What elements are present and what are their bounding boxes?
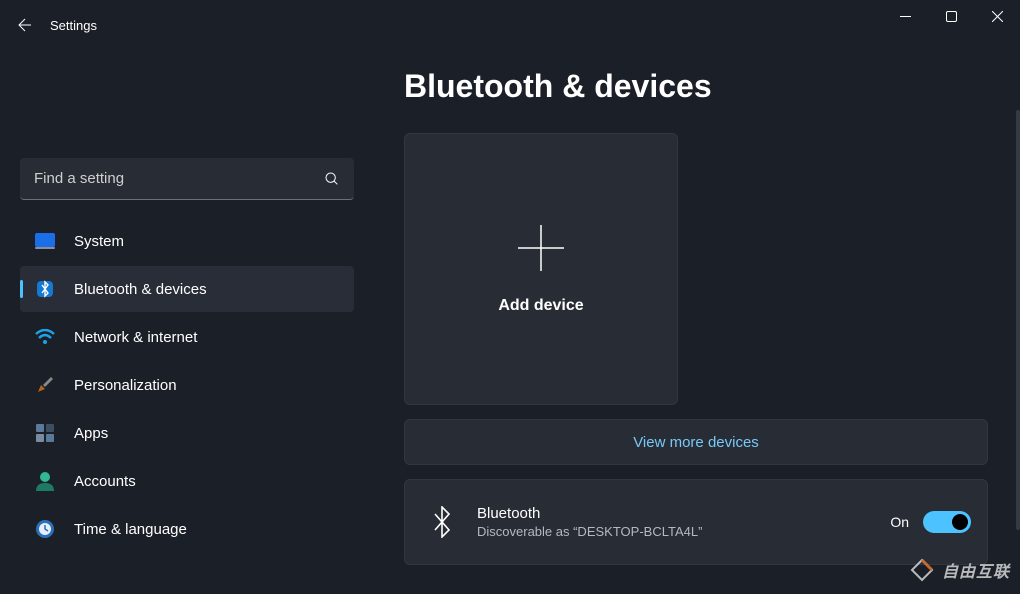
toggle-thumb — [952, 514, 968, 530]
plus-icon — [516, 223, 566, 273]
bluetooth-outline-icon — [425, 505, 459, 539]
sidebar-item-label: Time & language — [74, 521, 187, 538]
bluetooth-toggle[interactable] — [923, 511, 971, 533]
add-device-tile[interactable]: Add device — [404, 133, 678, 405]
apps-icon — [34, 422, 56, 444]
sidebar-item-accounts[interactable]: Accounts — [20, 458, 354, 504]
person-icon — [34, 470, 56, 492]
sidebar-item-label: Bluetooth & devices — [74, 281, 207, 298]
maximize-button[interactable] — [928, 0, 974, 32]
profile-area — [20, 50, 354, 158]
sidebar-item-system[interactable]: System — [20, 218, 354, 264]
bluetooth-subtitle: Discoverable as “DESKTOP-BCLTA4L” — [477, 524, 890, 539]
sidebar-item-bluetooth-devices[interactable]: Bluetooth & devices — [20, 266, 354, 312]
sidebar-item-personalization[interactable]: Personalization — [20, 362, 354, 408]
wifi-icon — [34, 326, 56, 348]
back-button[interactable] — [0, 0, 50, 50]
clock-globe-icon — [34, 518, 56, 540]
sidebar-item-label: System — [74, 233, 124, 250]
arrow-left-icon — [16, 16, 34, 34]
close-button[interactable] — [974, 0, 1020, 32]
bluetooth-card: Bluetooth Discoverable as “DESKTOP-BCLTA… — [404, 479, 988, 565]
scrollbar[interactable] — [1016, 110, 1020, 530]
search-button[interactable] — [320, 167, 344, 191]
sidebar-item-label: Apps — [74, 425, 108, 442]
page-title: Bluetooth & devices — [404, 68, 990, 105]
bluetooth-text: Bluetooth Discoverable as “DESKTOP-BCLTA… — [477, 505, 890, 539]
minimize-button[interactable] — [882, 0, 928, 32]
view-more-label: View more devices — [633, 434, 759, 451]
minimize-icon — [900, 11, 911, 22]
sidebar: System Bluetooth & devices Network & int… — [0, 50, 370, 594]
title-bar: Settings — [0, 0, 1020, 50]
maximize-icon — [946, 11, 957, 22]
window-controls — [882, 0, 1020, 32]
search-box — [20, 158, 354, 200]
close-icon — [992, 11, 1003, 22]
bluetooth-state-label: On — [890, 514, 909, 530]
bluetooth-icon — [34, 278, 56, 300]
sidebar-item-label: Accounts — [74, 473, 136, 490]
search-icon — [324, 171, 340, 187]
sidebar-item-apps[interactable]: Apps — [20, 410, 354, 456]
sidebar-item-network-internet[interactable]: Network & internet — [20, 314, 354, 360]
app-title: Settings — [50, 18, 97, 33]
main-content: Bluetooth & devices Add device View more… — [370, 50, 1020, 594]
paintbrush-icon — [34, 374, 56, 396]
sidebar-item-label: Personalization — [74, 377, 177, 394]
add-device-label: Add device — [498, 297, 583, 315]
system-icon — [34, 230, 56, 252]
search-input[interactable] — [20, 158, 354, 200]
nav: System Bluetooth & devices Network & int… — [20, 218, 354, 552]
sidebar-item-time-language[interactable]: Time & language — [20, 506, 354, 552]
bluetooth-title: Bluetooth — [477, 505, 890, 522]
sidebar-item-label: Network & internet — [74, 329, 197, 346]
view-more-devices-button[interactable]: View more devices — [404, 419, 988, 465]
